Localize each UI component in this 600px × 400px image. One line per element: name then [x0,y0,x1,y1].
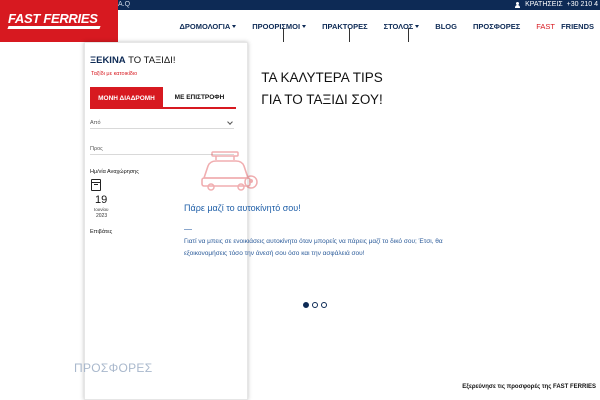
tip-heading: Πάρε μαζί το αυτοκίνητό σου! [184,203,301,213]
nav-divider [349,28,350,42]
nav-dividers [118,28,600,42]
logo-stripe [7,26,101,29]
passengers-label[interactable]: Επιβάτες [90,229,112,235]
phone-number[interactable]: +30 210 4 [567,0,598,10]
bookings-link[interactable]: ΚΡΑΤΗΣΕΙΣ [525,0,563,10]
explore-offers-link[interactable]: Εξερεύνησε τις προσφορές της FAST FERRIE… [462,384,596,390]
tip-divider [184,229,192,230]
carousel-dot[interactable] [321,302,327,308]
logo-text: FAST FERRIES [8,11,98,26]
departure-date-label: Ημ/νία Αναχώρησης [90,169,139,175]
logo[interactable]: FAST FERRIES [0,0,118,42]
hero-title: ΤΑ ΚΑΛΥΤΕΡΑ TIPS ΓΙΑ ΤΟ ΤΑΞΙΔΙ ΣΟΥ! [261,70,383,107]
tip-body: Γιατί να μπεις σε ενοικιάσεις αυτοκίνητο… [184,238,443,257]
booking-panel: ΞΕΚΙΝΑ ΤΟ ΤΑΞΙΔΙ! Ταξίδι με κατοικίδιο Μ… [84,42,248,400]
top-bar-right: ΚΡΑΤΗΣΕΙΣ +30 210 4 [514,0,600,10]
offers-title: ΠΡΟΣΦΟΡΕΣ [74,361,153,375]
trip-type-tabs: ΜΟΝΗ ΔΙΑΔΡΟΜΗ ΜΕ ΕΠΙΣΤΡΟΦΗ [90,87,236,109]
departure-day[interactable]: 19 [95,194,107,206]
user-icon[interactable] [514,1,521,9]
top-bar-text: A.Q [118,1,131,8]
departure-month: Ιουνίου [94,207,109,212]
booking-title: ΞΕΚΙΝΑ ΤΟ ΤΑΞΙΔΙ! [90,55,176,66]
nav-divider [283,28,284,42]
tab-return[interactable]: ΜΕ ΕΠΙΣΤΡΟΦΗ [163,87,236,109]
carousel-dot[interactable] [303,302,309,308]
pet-travel-link[interactable]: Ταξίδι με κατοικίδιο [91,71,137,77]
to-port-placeholder: Προς [90,146,103,152]
departure-year: 2023 [96,213,108,219]
carousel-dot[interactable] [312,302,318,308]
calendar-icon[interactable] [91,179,101,191]
chevron-down-icon [227,119,233,125]
nav-divider [408,28,409,42]
carousel-dots [303,302,327,308]
car-icon [201,151,258,191]
tab-one-way[interactable]: ΜΟΝΗ ΔΙΑΔΡΟΜΗ [90,87,163,109]
from-port-select[interactable]: Από [90,117,234,129]
from-port-placeholder: Από [90,120,101,126]
